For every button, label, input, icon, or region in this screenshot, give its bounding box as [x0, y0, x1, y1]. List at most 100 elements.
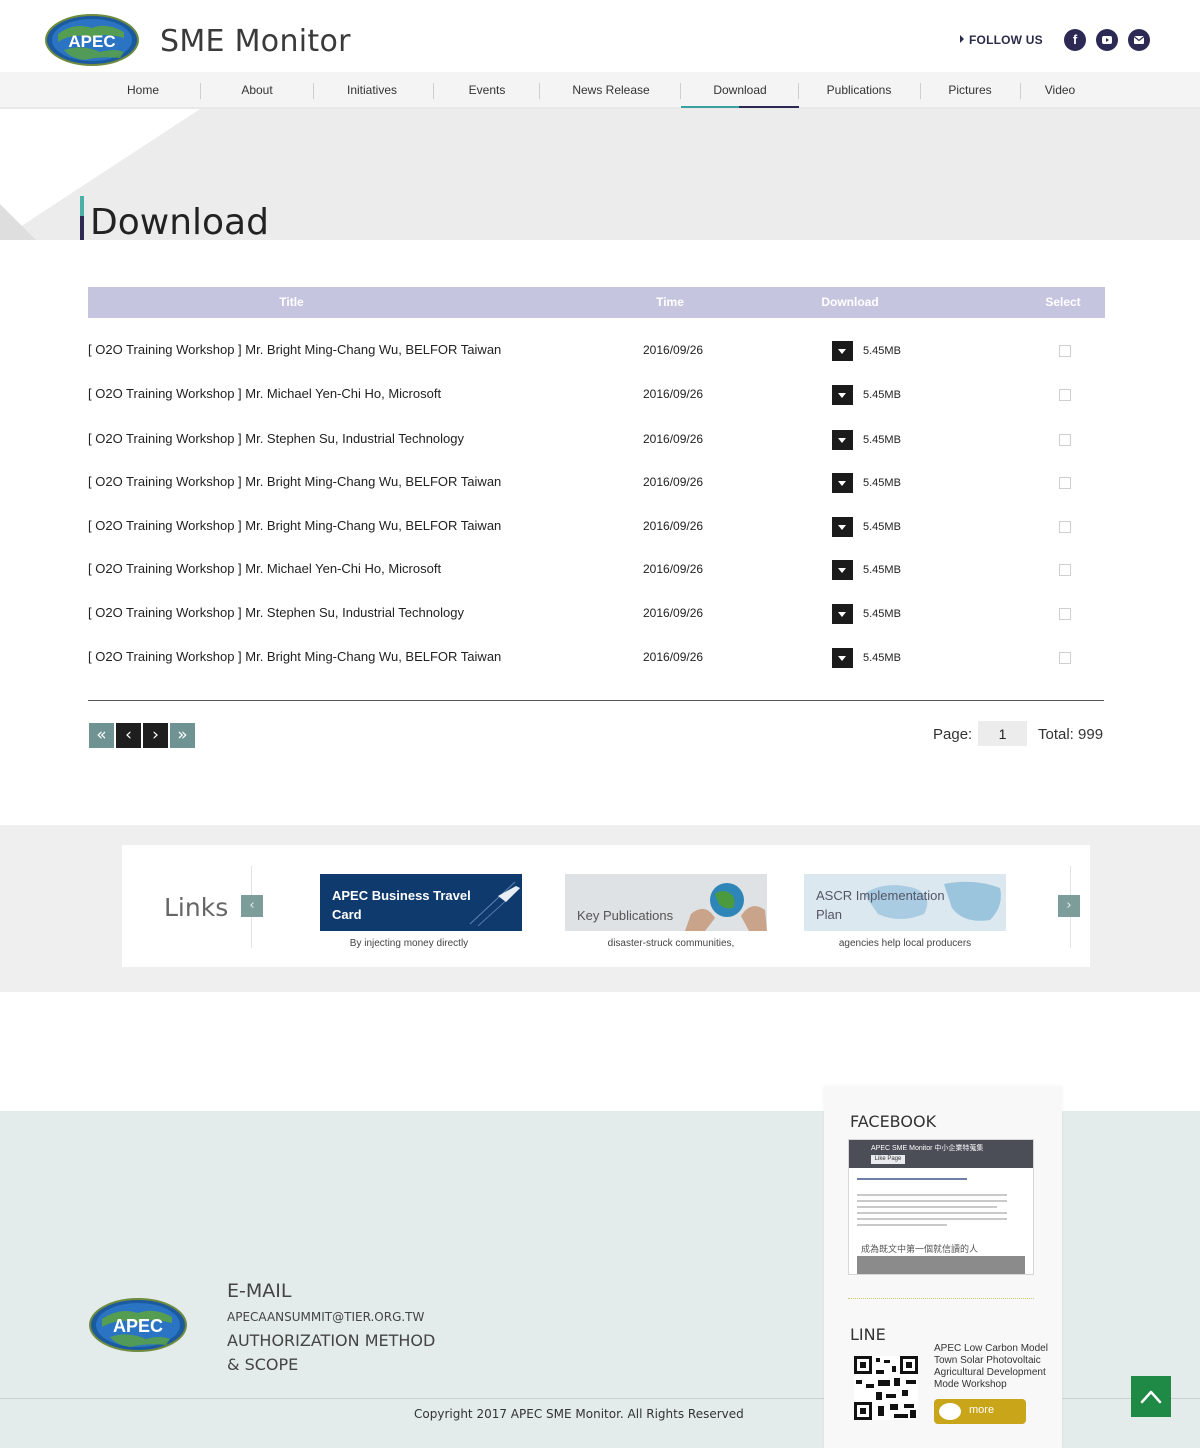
back-to-top-button[interactable]: [1131, 1376, 1171, 1417]
nav-item-home[interactable]: Home: [103, 72, 183, 108]
chevron-up-icon: [1140, 1390, 1162, 1404]
file-size: 5.45MB: [863, 521, 901, 533]
download-icon[interactable]: [832, 517, 853, 537]
main-nav: Home About Initiatives Events News Relea…: [0, 72, 1200, 109]
total-count: Total: 999: [1038, 726, 1104, 743]
fb-post-line: [857, 1178, 967, 1180]
page-number-input[interactable]: [978, 721, 1027, 746]
download-icon[interactable]: [832, 604, 853, 624]
facebook-icon[interactable]: f: [1064, 29, 1086, 51]
nav-item-initiatives[interactable]: Initiatives: [330, 72, 414, 108]
file-title[interactable]: [ O2O Training Workshop ] Mr. Bright Min…: [88, 518, 501, 533]
follow-us-label: FOLLOW US: [960, 33, 1043, 47]
link-card-title: ASCR Implementation Plan: [816, 888, 945, 922]
nav-divider: [433, 83, 434, 99]
download-icon[interactable]: [832, 341, 853, 361]
file-date: 2016/09/26: [643, 475, 704, 489]
table-row: [ O2O Training Workshop ] Mr. Stephen Su…: [88, 425, 1105, 455]
select-checkbox[interactable]: [1059, 434, 1071, 446]
nav-item-about[interactable]: About: [217, 72, 297, 108]
select-checkbox[interactable]: [1059, 652, 1071, 664]
nav-item-pictures[interactable]: Pictures: [932, 72, 1008, 108]
nav-item-download[interactable]: Download: [681, 72, 799, 108]
fb-like-button[interactable]: Like Page: [871, 1155, 905, 1164]
line-chat-icon: [939, 1403, 961, 1420]
table-row: [ O2O Training Workshop ] Mr. Bright Min…: [88, 512, 1105, 542]
link-card-ascr-plan[interactable]: ASCR Implementation Plan: [804, 874, 1006, 931]
file-date: 2016/09/26: [643, 343, 704, 357]
line-more-button[interactable]: more: [934, 1399, 1026, 1424]
download-icon[interactable]: [832, 648, 853, 668]
youtube-icon[interactable]: [1096, 29, 1118, 51]
fb-post-line: [857, 1200, 1007, 1202]
file-title[interactable]: [ O2O Training Workshop ] Mr. Stephen Su…: [88, 431, 464, 446]
email-address-link[interactable]: APECAANSUMMIT@TIER.ORG.TW: [227, 1310, 424, 1324]
last-page-button[interactable]: »: [170, 723, 195, 748]
file-size: 5.45MB: [863, 477, 901, 489]
site-title[interactable]: SME Monitor: [160, 24, 351, 59]
fb-cover: APEC SME Monitor 中小企業特蒐集 Like Page: [849, 1140, 1033, 1168]
select-checkbox[interactable]: [1059, 608, 1071, 620]
link-card-title: Key Publications: [577, 908, 674, 923]
select-checkbox[interactable]: [1059, 345, 1071, 357]
file-title[interactable]: [ O2O Training Workshop ] Mr. Bright Min…: [88, 342, 501, 357]
file-title[interactable]: [ O2O Training Workshop ] Mr. Michael Ye…: [88, 386, 441, 401]
link-card-caption: disaster-struck communities,: [607, 938, 735, 949]
nav-item-events[interactable]: Events: [447, 72, 527, 108]
download-icon[interactable]: [832, 385, 853, 405]
file-size: 5.45MB: [863, 345, 901, 357]
fb-post-line: [857, 1218, 1007, 1220]
double-chevron-right-icon: »: [177, 725, 188, 745]
mail-icon[interactable]: [1128, 29, 1150, 51]
email-heading: E-MAIL: [227, 1280, 292, 1302]
links-next-button[interactable]: ›: [1058, 895, 1080, 917]
table-row: [ O2O Training Workshop ] Mr. Bright Min…: [88, 643, 1105, 673]
line-heading: LINE: [850, 1325, 886, 1344]
next-page-button[interactable]: ›: [143, 723, 168, 748]
nav-divider: [200, 83, 201, 99]
caret-right-icon: [960, 35, 964, 43]
first-page-button[interactable]: «: [89, 723, 114, 748]
chevron-left-icon: ‹: [125, 725, 132, 745]
facebook-page-embed[interactable]: APEC SME Monitor 中小企業特蒐集 Like Page 成為既文中…: [848, 1139, 1034, 1275]
double-chevron-left-icon: «: [96, 725, 107, 745]
nav-divider: [798, 83, 799, 99]
site-header: APEC SME Monitor FOLLOW US f: [0, 0, 1200, 72]
column-header-time: Time: [656, 295, 684, 309]
page-label: Page:: [933, 726, 973, 743]
links-prev-button[interactable]: ‹: [241, 895, 263, 917]
svg-text:APEC: APEC: [113, 1316, 163, 1336]
table-header: Title Time Download Select: [88, 287, 1105, 318]
select-checkbox[interactable]: [1059, 389, 1071, 401]
download-icon[interactable]: [832, 430, 853, 450]
nav-item-video[interactable]: Video: [1030, 72, 1090, 108]
download-icon[interactable]: [832, 560, 853, 580]
table-row: [ O2O Training Workshop ] Mr. Michael Ye…: [88, 555, 1105, 585]
table-row: [ O2O Training Workshop ] Mr. Michael Ye…: [88, 380, 1105, 410]
svg-text:APEC: APEC: [68, 32, 115, 51]
file-size: 5.45MB: [863, 608, 901, 620]
select-checkbox[interactable]: [1059, 521, 1071, 533]
nav-divider: [539, 83, 540, 99]
file-date: 2016/09/26: [643, 650, 704, 664]
select-checkbox[interactable]: [1059, 564, 1071, 576]
nav-item-publications[interactable]: Publications: [815, 72, 903, 108]
download-icon[interactable]: [832, 473, 853, 493]
file-title[interactable]: [ O2O Training Workshop ] Mr. Stephen Su…: [88, 605, 464, 620]
nav-item-news-release[interactable]: News Release: [560, 72, 662, 108]
prev-page-button[interactable]: ‹: [116, 723, 141, 748]
facebook-heading: FACEBOOK: [850, 1112, 937, 1131]
link-card-business-travel[interactable]: APEC Business Travel Card: [320, 874, 522, 931]
file-title[interactable]: [ O2O Training Workshop ] Mr. Bright Min…: [88, 474, 501, 489]
file-title[interactable]: [ O2O Training Workshop ] Mr. Michael Ye…: [88, 561, 441, 576]
authorization-link[interactable]: AUTHORIZATION METHOD & SCOPE: [227, 1329, 487, 1377]
apec-logo[interactable]: APEC: [44, 14, 140, 66]
file-title[interactable]: [ O2O Training Workshop ] Mr. Bright Min…: [88, 649, 501, 664]
select-checkbox[interactable]: [1059, 477, 1071, 489]
column-header-download: Download: [821, 295, 879, 309]
apec-logo[interactable]: APEC: [88, 1297, 188, 1353]
link-card-key-publications[interactable]: Key Publications: [565, 874, 767, 931]
file-date: 2016/09/26: [643, 562, 704, 576]
file-size: 5.45MB: [863, 389, 901, 401]
link-card-title: APEC Business Travel Card: [332, 888, 471, 922]
